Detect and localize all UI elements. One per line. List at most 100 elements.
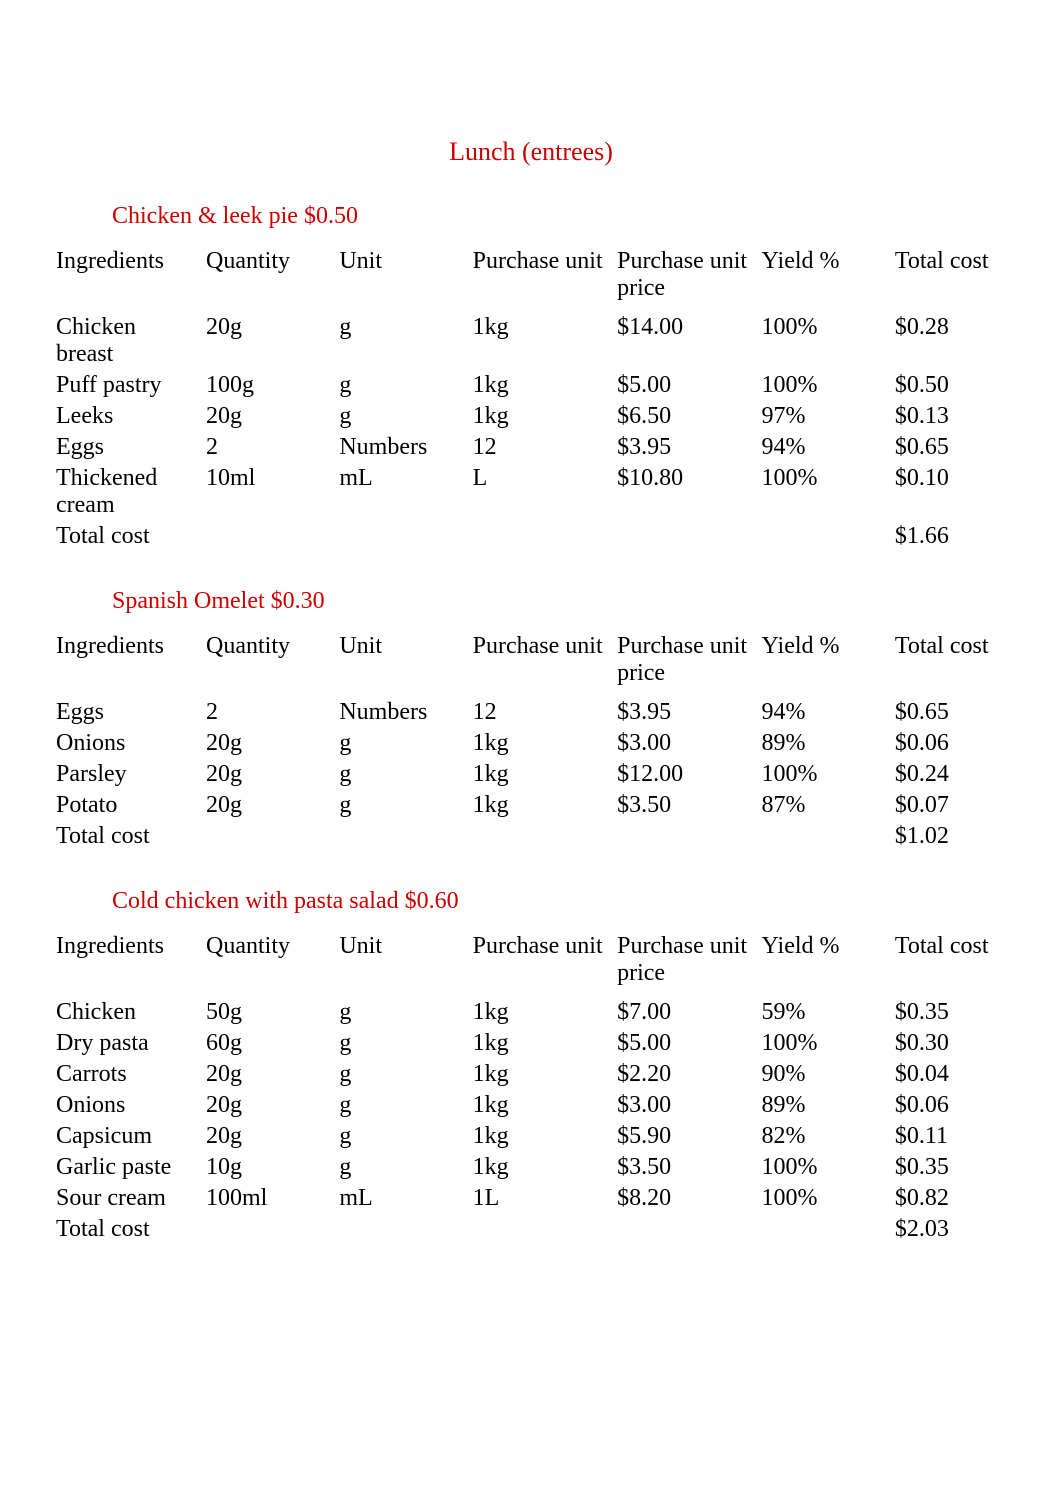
cell-unit: Numbers [339,432,472,463]
table-row: Sour cream100mlmL1L$8.20100%$0.82 [56,1183,1006,1214]
recipe-title: Cold chicken with pasta salad $0.60 [112,888,1006,915]
empty-cell [206,821,339,852]
cell-purchase-unit-price: $5.90 [617,1121,761,1152]
cell-yield: 89% [762,1090,895,1121]
cell-quantity: 20g [206,1059,339,1090]
recipe-table: IngredientsQuantityUnitPurchase unitPurc… [56,629,1006,852]
cell-purchase-unit-price: $3.95 [617,697,761,728]
recipe-table: IngredientsQuantityUnitPurchase unitPurc… [56,929,1006,1245]
header-purchase-unit-price: Purchase unit price [617,929,761,997]
cell-unit: g [339,1059,472,1090]
header-quantity: Quantity [206,629,339,697]
empty-cell [339,821,472,852]
cell-purchase-unit: 1kg [473,312,617,370]
header-unit: Unit [339,929,472,997]
cell-total-cost: $0.10 [895,463,1006,521]
empty-cell [473,1214,617,1245]
cell-ingredient: Puff pastry [56,370,206,401]
cell-unit: g [339,1152,472,1183]
empty-cell [617,521,761,552]
empty-cell [339,1214,472,1245]
cell-purchase-unit: 1kg [473,370,617,401]
cell-ingredient: Eggs [56,697,206,728]
cell-total-cost: $0.65 [895,697,1006,728]
header-unit: Unit [339,244,472,312]
cell-quantity: 100g [206,370,339,401]
cell-purchase-unit-price: $3.50 [617,1152,761,1183]
table-row: Thickened cream10mlmLL$10.80100%$0.10 [56,463,1006,521]
header-yield: Yield % [762,929,895,997]
cell-unit: g [339,401,472,432]
table-row: Chicken50gg1kg$7.0059%$0.35 [56,997,1006,1028]
header-purchase-unit: Purchase unit [473,929,617,997]
cell-total-cost: $0.82 [895,1183,1006,1214]
cell-unit: mL [339,1183,472,1214]
table-row: Onions20gg1kg$3.0089%$0.06 [56,728,1006,759]
empty-cell [206,521,339,552]
cell-yield: 100% [762,312,895,370]
cell-ingredient: Onions [56,728,206,759]
cell-quantity: 2 [206,432,339,463]
cell-ingredient: Leeks [56,401,206,432]
cell-total-cost: $0.50 [895,370,1006,401]
cell-quantity: 60g [206,1028,339,1059]
cell-purchase-unit: 1kg [473,1059,617,1090]
cell-purchase-unit-price: $2.20 [617,1059,761,1090]
cell-unit: g [339,790,472,821]
cell-unit: g [339,312,472,370]
cell-yield: 100% [762,1152,895,1183]
cell-quantity: 20g [206,312,339,370]
header-yield: Yield % [762,629,895,697]
cell-purchase-unit: 1kg [473,1028,617,1059]
cell-yield: 94% [762,432,895,463]
cell-purchase-unit: 1kg [473,1152,617,1183]
empty-cell [762,821,895,852]
recipes-container: Chicken & leek pie $0.50IngredientsQuant… [56,203,1006,1245]
cell-purchase-unit-price: $3.95 [617,432,761,463]
cell-quantity: 10ml [206,463,339,521]
cell-unit: mL [339,463,472,521]
cell-yield: 100% [762,759,895,790]
cell-unit: g [339,997,472,1028]
empty-cell [473,521,617,552]
total-cost-row: Total cost$1.02 [56,821,1006,852]
cell-total-cost: $0.24 [895,759,1006,790]
cell-ingredient: Carrots [56,1059,206,1090]
cell-total-cost: $0.06 [895,1090,1006,1121]
cell-quantity: 20g [206,759,339,790]
cell-purchase-unit: L [473,463,617,521]
total-cost-label: Total cost [56,521,206,552]
cell-purchase-unit: 1L [473,1183,617,1214]
header-total-cost: Total cost [895,629,1006,697]
cell-purchase-unit: 1kg [473,1121,617,1152]
cell-purchase-unit: 1kg [473,1090,617,1121]
cell-yield: 100% [762,370,895,401]
document-page: Lunch (entrees) Chicken & leek pie $0.50… [0,0,1062,1345]
header-ingredients: Ingredients [56,244,206,312]
cell-quantity: 20g [206,1090,339,1121]
cell-quantity: 2 [206,697,339,728]
cell-total-cost: $0.35 [895,1152,1006,1183]
cell-yield: 89% [762,728,895,759]
cell-ingredient: Onions [56,1090,206,1121]
cell-total-cost: $0.35 [895,997,1006,1028]
cell-purchase-unit: 1kg [473,401,617,432]
cell-ingredient: Parsley [56,759,206,790]
recipe-title: Spanish Omelet $0.30 [112,588,1006,615]
cell-unit: g [339,728,472,759]
cell-quantity: 20g [206,401,339,432]
header-ingredients: Ingredients [56,629,206,697]
cell-total-cost: $0.28 [895,312,1006,370]
total-cost-value: $1.66 [895,521,1006,552]
empty-cell [762,1214,895,1245]
cell-purchase-unit: 1kg [473,759,617,790]
table-row: Eggs2Numbers12$3.9594%$0.65 [56,432,1006,463]
empty-cell [473,821,617,852]
header-yield: Yield % [762,244,895,312]
cell-purchase-unit-price: $3.00 [617,1090,761,1121]
cell-purchase-unit: 1kg [473,997,617,1028]
table-row: Onions20gg1kg$3.0089%$0.06 [56,1090,1006,1121]
empty-cell [617,1214,761,1245]
cell-purchase-unit-price: $3.50 [617,790,761,821]
cell-purchase-unit: 12 [473,432,617,463]
